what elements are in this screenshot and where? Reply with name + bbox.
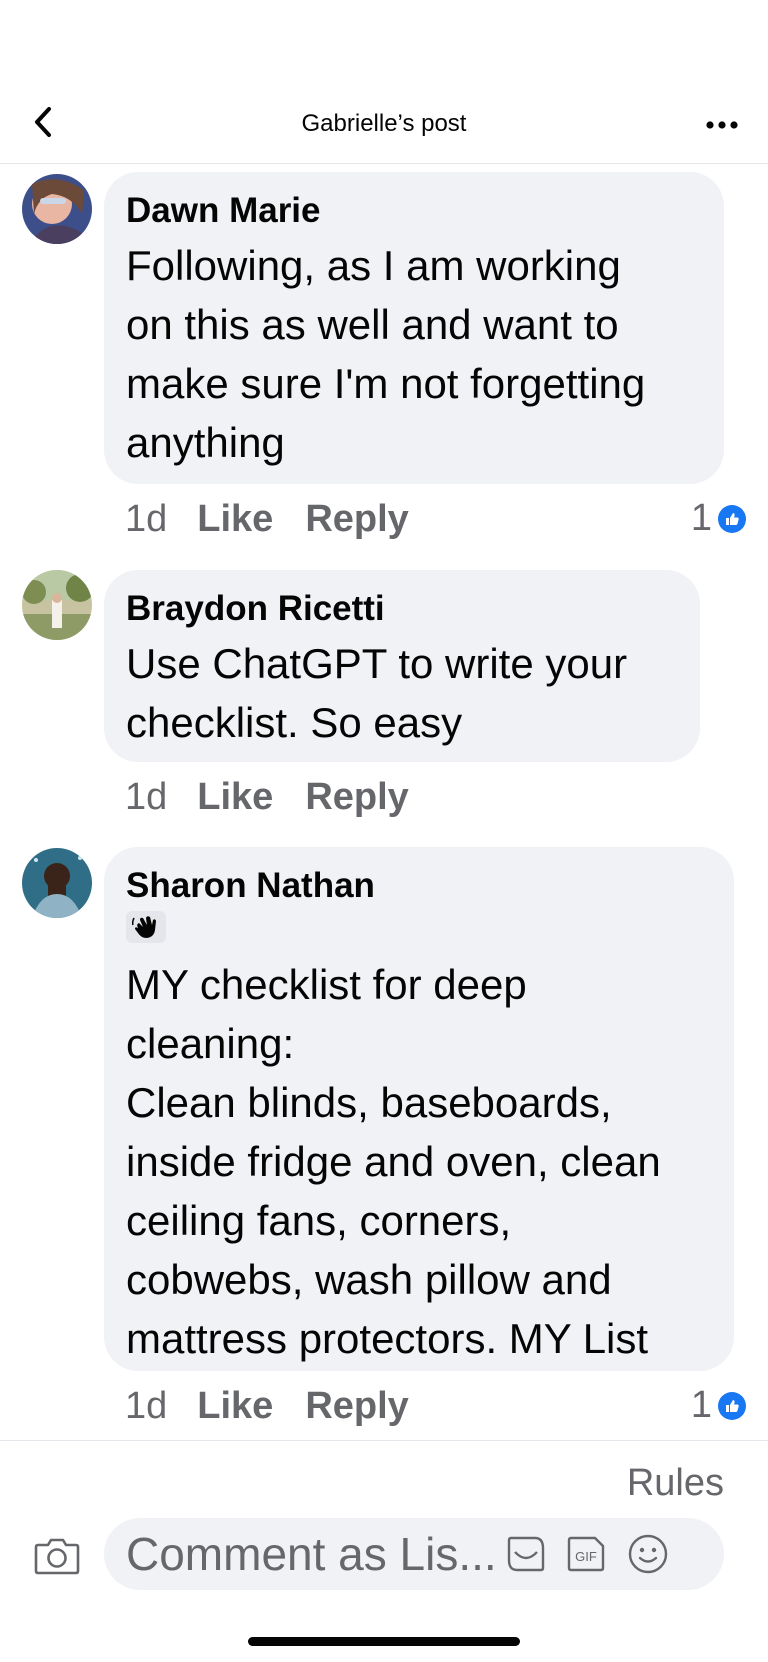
waving-hand-icon [126, 911, 166, 943]
more-options-button[interactable] [704, 112, 740, 138]
gif-icon[interactable]: GIF [564, 1534, 608, 1574]
like-button[interactable]: Like [197, 498, 273, 541]
divider [0, 1440, 768, 1441]
sticker-icon[interactable] [504, 1534, 548, 1574]
reply-button[interactable]: Reply [305, 1385, 408, 1428]
comment-actions: 1d Like Reply [125, 1384, 441, 1428]
rules-link[interactable]: Rules [627, 1462, 724, 1505]
comment-text: Use ChatGPT to write your checklist. So … [126, 640, 628, 746]
comment-author[interactable]: Dawn Marie [126, 190, 702, 232]
thumbs-up-icon [718, 1391, 746, 1420]
comment-input[interactable] [126, 1522, 496, 1586]
comment-actions: 1d Like Reply [125, 497, 441, 541]
comment-time: 1d [125, 1384, 168, 1427]
avatar-sharon-nathan[interactable] [22, 848, 92, 918]
comment-author[interactable]: Sharon Nathan [126, 865, 712, 907]
like-button[interactable]: Like [197, 1385, 273, 1428]
comment-composer[interactable]: GIF [104, 1518, 724, 1590]
home-indicator [248, 1637, 520, 1646]
comment-bubble[interactable]: Sharon Nathan MY checklist for deep clea… [104, 847, 734, 1371]
comment-bubble[interactable]: Dawn Marie Following, as I am working on… [104, 172, 724, 484]
thumbs-up-icon [718, 504, 746, 533]
comment-time: 1d [125, 775, 168, 818]
camera-button[interactable] [32, 1530, 82, 1580]
reply-button[interactable]: Reply [305, 498, 408, 541]
comment-author[interactable]: Braydon Ricetti [126, 588, 678, 630]
comment-actions: 1d Like Reply [125, 775, 441, 819]
avatar-braydon-ricetti[interactable] [22, 570, 92, 640]
comment-text: MY checklist for deep cleaning: Clean bl… [126, 961, 661, 1362]
comment-bubble[interactable]: Braydon Ricetti Use ChatGPT to write you… [104, 570, 700, 762]
like-button[interactable]: Like [197, 776, 273, 819]
more-horizontal-icon [706, 121, 738, 129]
reaction-count: 1 [690, 497, 712, 539]
top-navigation-bar: Gabrielle’s post [0, 0, 768, 164]
avatar-dawn-marie[interactable] [22, 174, 92, 244]
emoji-icon[interactable] [626, 1534, 670, 1574]
comment-time: 1d [125, 497, 168, 540]
reaction-summary[interactable]: 1 [691, 497, 746, 540]
reply-button[interactable]: Reply [305, 776, 408, 819]
reaction-summary[interactable]: 1 [691, 1384, 746, 1427]
reaction-count: 1 [690, 1384, 712, 1426]
page-title: Gabrielle’s post [301, 110, 467, 137]
svg-text:GIF: GIF [575, 1549, 597, 1564]
camera-icon [34, 1538, 80, 1575]
comment-text: Following, as I am working on this as we… [126, 242, 646, 466]
